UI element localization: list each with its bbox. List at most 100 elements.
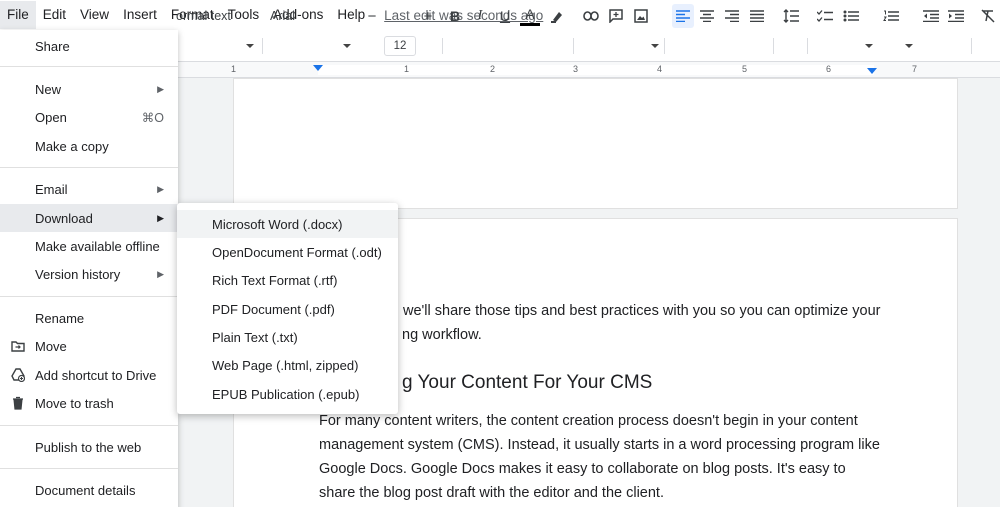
toolbar-divider [773, 38, 774, 54]
download-docx[interactable]: Microsoft Word (.docx) [177, 210, 398, 238]
insert-image-button[interactable] [631, 4, 651, 28]
menu-item-label: Version history [35, 266, 121, 282]
download-html[interactable]: Web Page (.html, zipped) [177, 351, 398, 379]
download-pdf[interactable]: PDF Document (.pdf) [177, 295, 398, 323]
menu-item-label: Add shortcut to Drive [35, 367, 157, 383]
menu-item-share[interactable]: Share [0, 32, 178, 60]
decrease-indent-button[interactable] [920, 4, 942, 28]
paragraph-style-value: ormal text [176, 9, 231, 23]
download-rtf[interactable]: Rich Text Format (.rtf) [177, 266, 398, 294]
clear-formatting-icon [981, 9, 995, 23]
increase-indent-button[interactable] [945, 4, 967, 28]
shortcut-label: ⌘O [141, 110, 164, 125]
italic-button[interactable]: I [471, 4, 489, 28]
submenu-arrow-icon: ▶ [157, 183, 164, 194]
body-text: Google Docs. Google Docs makes it easy t… [319, 461, 846, 477]
align-center-button[interactable] [697, 4, 717, 28]
download-epub[interactable]: EPUB Publication (.epub) [177, 380, 398, 408]
toolbar-divider [664, 38, 665, 54]
body-text: For many content writers, the content cr… [319, 413, 858, 429]
menu-divider [0, 66, 178, 67]
toolbar-divider [807, 38, 808, 54]
numbered-list-icon [883, 10, 899, 21]
menu-divider [0, 167, 178, 168]
bulleted-list-icon [843, 10, 859, 22]
chevron-down-icon [905, 44, 913, 48]
menu-item-download[interactable]: Download ▶ [0, 204, 178, 232]
menu-item-add-shortcut[interactable]: Add shortcut to Drive [0, 361, 178, 389]
numbered-list-button[interactable] [880, 4, 902, 28]
line-spacing-button[interactable] [780, 4, 802, 28]
align-center-icon [700, 10, 714, 22]
chevron-down-icon [246, 44, 254, 48]
bulleted-list-button[interactable] [840, 4, 862, 28]
ruler-margin-area [318, 65, 874, 75]
menu-item-label: Rename [35, 310, 85, 326]
menu-item-new[interactable]: New ▶ [0, 75, 178, 103]
menu-item-label: Move to trash [35, 395, 114, 411]
menu-item-label: Move [35, 338, 67, 354]
image-icon [634, 9, 648, 23]
menu-file[interactable]: File [0, 1, 36, 29]
menu-item-label: Make a copy [35, 138, 109, 154]
font-size-input[interactable]: 12 [384, 36, 416, 56]
left-indent-marker[interactable] [313, 65, 323, 71]
right-indent-marker[interactable] [867, 68, 877, 74]
justify-button[interactable] [747, 4, 767, 28]
ruler-number: 2 [490, 64, 496, 74]
menu-item-label: Share [35, 38, 70, 54]
menu-item-offline[interactable]: Make available offline [0, 232, 178, 260]
checklist-button[interactable] [814, 4, 836, 28]
document-page[interactable] [233, 78, 958, 209]
menu-item-label: New [35, 81, 62, 97]
ruler-number: 3 [573, 64, 579, 74]
download-txt[interactable]: Plain Text (.txt) [177, 323, 398, 351]
chevron-down-icon [651, 44, 659, 48]
insert-link-button[interactable] [580, 4, 602, 28]
underline-button[interactable]: U [496, 4, 514, 28]
menu-insert[interactable]: Insert [116, 1, 164, 29]
folder-move-icon [11, 341, 25, 352]
menu-edit[interactable]: Edit [36, 1, 73, 29]
menu-item-email[interactable]: Email ▶ [0, 175, 178, 203]
menu-item-rename[interactable]: Rename [0, 304, 178, 332]
clear-formatting-button[interactable] [978, 4, 998, 28]
toolbar-divider [262, 38, 263, 54]
increase-indent-icon [948, 10, 964, 22]
menu-item-publish[interactable]: Publish to the web [0, 433, 178, 461]
decrease-font-size-button[interactable]: − [362, 4, 382, 28]
font-select[interactable]: Arial [270, 4, 350, 28]
checklist-icon [817, 10, 833, 22]
highlight-color-button[interactable] [547, 4, 567, 28]
chevron-down-icon [343, 44, 351, 48]
bold-button[interactable]: B [446, 4, 464, 28]
download-odt[interactable]: OpenDocument Format (.odt) [177, 238, 398, 266]
menu-item-move-to-trash[interactable]: Move to trash [0, 389, 178, 417]
highlighter-icon [551, 12, 562, 23]
menu-divider [0, 468, 178, 469]
paragraph-style-select[interactable]: ormal text [176, 4, 256, 28]
justify-icon [750, 10, 764, 22]
text-color-button[interactable]: A [520, 4, 540, 26]
menu-item-make-copy[interactable]: Make a copy [0, 132, 178, 160]
menu-item-label: Publish to the web [35, 439, 142, 455]
menu-item-move[interactable]: Move [0, 332, 178, 360]
menu-view[interactable]: View [73, 1, 116, 29]
align-left-icon [676, 10, 690, 22]
submenu-arrow-icon: ▶ [157, 212, 164, 223]
body-text: we'll share those tips and best practice… [403, 303, 881, 319]
align-right-button[interactable] [722, 4, 742, 28]
menu-item-version-history[interactable]: Version history ▶ [0, 260, 178, 288]
insert-comment-button[interactable] [606, 4, 626, 28]
menu-divider [0, 296, 178, 297]
line-spacing-icon [783, 9, 799, 23]
increase-font-size-button[interactable]: + [418, 4, 438, 28]
align-left-button[interactable] [672, 4, 694, 28]
drive-shortcut-icon [11, 368, 25, 382]
menu-item-label: Open [35, 109, 67, 125]
menu-item-open[interactable]: Open ⌘O [0, 103, 178, 131]
section-heading: g Your Content For Your CMS [402, 372, 653, 393]
link-icon [583, 11, 599, 21]
menu-item-document-details[interactable]: Document details [0, 476, 178, 504]
ruler-number: 1 [231, 64, 237, 74]
